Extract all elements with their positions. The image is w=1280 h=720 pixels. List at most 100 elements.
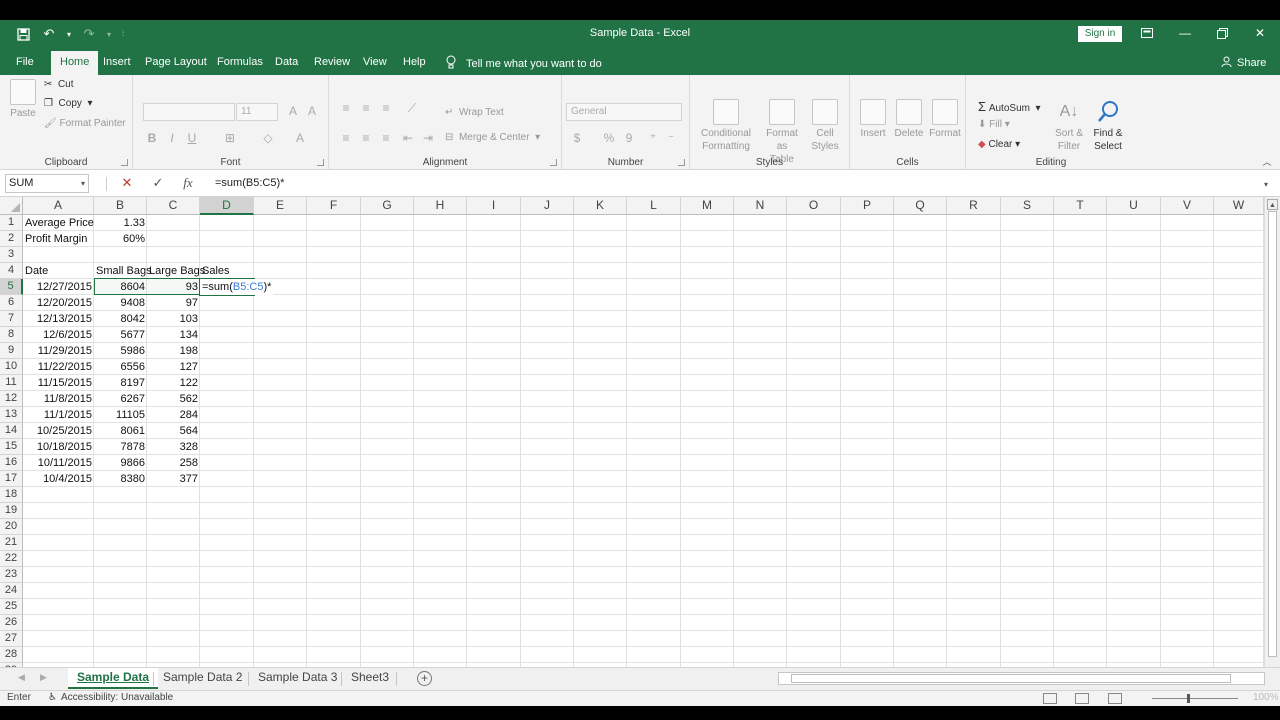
cell-a9[interactable]: 11/29/2015	[23, 343, 94, 359]
copy-button[interactable]: ❐ Copy ▾	[44, 98, 92, 109]
percent-button[interactable]: %	[600, 131, 618, 145]
cell-c16[interactable]: 258	[147, 455, 200, 471]
decrease-font-icon[interactable]: A	[303, 104, 321, 118]
cell-c5[interactable]: 93	[147, 279, 200, 295]
horizontal-scrollbar[interactable]	[778, 672, 1265, 685]
orientation-icon[interactable]: ⟋	[403, 101, 421, 116]
increase-decimal-icon[interactable]: ⁺	[644, 131, 662, 145]
column-header-o[interactable]: O	[787, 197, 841, 215]
cell-a17[interactable]: 10/4/2015	[23, 471, 94, 487]
row-header-5[interactable]: 5	[0, 279, 23, 295]
name-box[interactable]: SUM ▾	[5, 174, 89, 193]
row-header-24[interactable]: 24	[0, 583, 23, 599]
cell-a8[interactable]: 12/6/2015	[23, 327, 94, 343]
column-header-g[interactable]: G	[361, 197, 414, 215]
tab-view[interactable]: View	[354, 51, 396, 75]
cell-c4[interactable]: Large Bags	[147, 263, 207, 279]
column-header-c[interactable]: C	[147, 197, 200, 215]
dialog-launcher-icon[interactable]	[121, 159, 128, 166]
decrease-indent-icon[interactable]: ⇤	[399, 131, 417, 145]
column-header-e[interactable]: E	[254, 197, 307, 215]
cell-b15[interactable]: 7878	[94, 439, 147, 455]
tab-insert[interactable]: Insert	[94, 51, 140, 75]
cell-a2[interactable]: Profit Margin	[23, 231, 89, 247]
row-header-11[interactable]: 11	[0, 375, 23, 391]
cell-c7[interactable]: 103	[147, 311, 200, 327]
vertical-scrollbar[interactable]: ▲ ▼	[1264, 197, 1280, 687]
tab-file[interactable]: File	[7, 51, 43, 75]
cell-a5[interactable]: 12/27/2015	[23, 279, 94, 295]
tab-help[interactable]: Help	[394, 51, 435, 75]
undo-dropdown-icon[interactable]: ▾	[64, 25, 74, 43]
increase-indent-icon[interactable]: ⇥	[419, 131, 437, 145]
cancel-icon[interactable]: ✕	[116, 174, 138, 192]
cell-a12[interactable]: 11/8/2015	[23, 391, 94, 407]
column-header-j[interactable]: J	[521, 197, 574, 215]
cell-d4[interactable]: Sales	[200, 263, 232, 279]
column-header-q[interactable]: Q	[894, 197, 947, 215]
merge-center-button[interactable]: ⊟ Merge & Center ▾	[445, 132, 540, 143]
horizontal-scroll-thumb[interactable]	[791, 674, 1231, 683]
column-header-k[interactable]: K	[574, 197, 627, 215]
column-header-s[interactable]: S	[1001, 197, 1054, 215]
cell-c14[interactable]: 564	[147, 423, 200, 439]
normal-view-icon[interactable]	[1043, 693, 1057, 704]
cell-c8[interactable]: 134	[147, 327, 200, 343]
align-center-icon[interactable]: ≡	[357, 131, 375, 145]
row-header-16[interactable]: 16	[0, 455, 23, 471]
delete-cells-button[interactable]: Delete	[892, 99, 926, 140]
redo-dropdown-icon[interactable]: ▾	[104, 25, 114, 43]
cell-b7[interactable]: 8042	[94, 311, 147, 327]
row-header-7[interactable]: 7	[0, 311, 23, 327]
row-header-28[interactable]: 28	[0, 647, 23, 663]
page-break-view-icon[interactable]	[1108, 693, 1122, 704]
cell-b6[interactable]: 9408	[94, 295, 147, 311]
tab-formulas[interactable]: Formulas	[208, 51, 272, 75]
align-right-icon[interactable]: ≡	[377, 131, 395, 145]
column-header-h[interactable]: H	[414, 197, 467, 215]
paste-button[interactable]: Paste	[8, 79, 38, 120]
align-top-icon[interactable]: ≡	[337, 101, 355, 115]
formula-input[interactable]: =sum(B5:C5)*	[209, 174, 1261, 193]
cell-b12[interactable]: 6267	[94, 391, 147, 407]
minimize-icon[interactable]: —	[1170, 23, 1200, 43]
accessibility-status[interactable]: ♿ Accessibility: Unavailable	[48, 692, 173, 703]
cell-c6[interactable]: 97	[147, 295, 200, 311]
add-sheet-icon[interactable]: +	[417, 671, 432, 686]
column-header-b[interactable]: B	[94, 197, 147, 215]
insert-function-icon[interactable]: fx	[177, 174, 199, 192]
row-header-23[interactable]: 23	[0, 567, 23, 583]
row-header-10[interactable]: 10	[0, 359, 23, 375]
cell-a4[interactable]: Date	[23, 263, 50, 279]
column-header-d[interactable]: D	[200, 197, 254, 215]
sign-in-button[interactable]: Sign in	[1078, 26, 1122, 42]
fill-color-icon[interactable]: ◇	[259, 131, 277, 145]
cell-b8[interactable]: 5677	[94, 327, 147, 343]
zoom-level[interactable]: 100%	[1253, 692, 1279, 703]
vertical-scroll-thumb[interactable]	[1268, 211, 1277, 657]
cell-b1[interactable]: 1.33	[94, 215, 147, 231]
row-header-3[interactable]: 3	[0, 247, 23, 263]
undo-icon[interactable]: ↶	[38, 25, 60, 43]
column-header-n[interactable]: N	[734, 197, 787, 215]
column-header-v[interactable]: V	[1161, 197, 1214, 215]
borders-icon[interactable]: ⊞	[221, 131, 239, 145]
row-header-12[interactable]: 12	[0, 391, 23, 407]
row-header-27[interactable]: 27	[0, 631, 23, 647]
cell-a14[interactable]: 10/25/2015	[23, 423, 94, 439]
row-header-17[interactable]: 17	[0, 471, 23, 487]
enter-icon[interactable]: ✓	[147, 174, 169, 192]
format-cells-button[interactable]: Format	[928, 99, 962, 140]
row-header-19[interactable]: 19	[0, 503, 23, 519]
row-header-22[interactable]: 22	[0, 551, 23, 567]
row-header-6[interactable]: 6	[0, 295, 23, 311]
cell-a6[interactable]: 12/20/2015	[23, 295, 94, 311]
expand-formula-bar-icon[interactable]: ▾	[1264, 180, 1268, 189]
column-header-m[interactable]: M	[681, 197, 734, 215]
cell-a16[interactable]: 10/11/2015	[23, 455, 94, 471]
row-header-20[interactable]: 20	[0, 519, 23, 535]
italic-button[interactable]: I	[163, 131, 181, 145]
conditional-formatting-button[interactable]: Conditional Formatting	[696, 99, 756, 153]
row-header-13[interactable]: 13	[0, 407, 23, 423]
tell-me-search[interactable]: Tell me what you want to do	[446, 55, 602, 72]
